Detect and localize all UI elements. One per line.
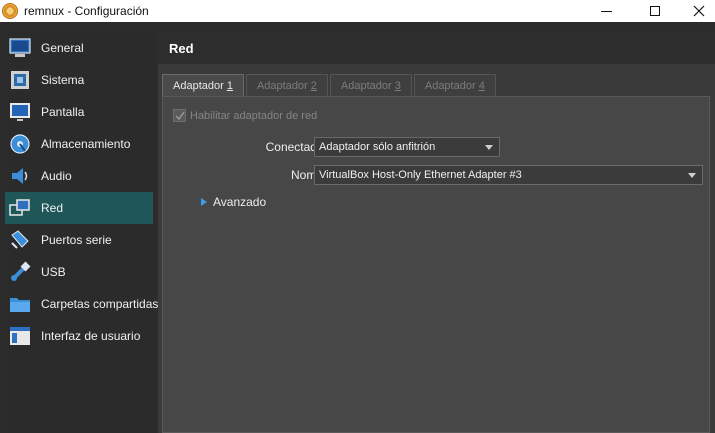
sidebar-item-label: USB (41, 265, 66, 279)
attached-to-dropdown[interactable]: Adaptador sólo anfitrión (314, 137, 500, 157)
sidebar-item-general[interactable]: General (5, 32, 153, 64)
adapter-tabs: Adaptador 1 Adaptador 2 Adaptador 3 Adap… (162, 74, 498, 96)
expand-triangle-icon (201, 198, 207, 206)
settings-window: General Sistema Pantalla Almacenamiento … (0, 22, 715, 433)
sidebar-item-shared-folders[interactable]: Carpetas compartidas (5, 288, 158, 320)
audio-icon (9, 165, 31, 187)
user-interface-icon (9, 325, 31, 347)
sidebar-item-label: General (41, 41, 84, 55)
tab-adapter-3[interactable]: Adaptador 3 (329, 74, 412, 96)
sidebar-item-system[interactable]: Sistema (5, 64, 153, 96)
sidebar-item-label: Interfaz de usuario (41, 329, 141, 343)
tab-number: 2 (310, 79, 317, 92)
sidebar-item-label: Sistema (41, 73, 85, 87)
advanced-toggle[interactable]: Avanzado (201, 195, 266, 209)
sidebar-item-label: Pantalla (41, 105, 85, 119)
tab-number: 3 (394, 79, 401, 92)
maximize-icon (650, 6, 660, 16)
sidebar-item-label: Puertos serie (41, 233, 112, 247)
advanced-label: Avanzado (213, 195, 267, 209)
chevron-down-icon (688, 173, 696, 178)
adapter-name-value: VirtualBox Host-Only Ethernet Adapter #3 (319, 169, 522, 181)
tab-adapter-1[interactable]: Adaptador 1 (162, 74, 244, 96)
tab-label: Adaptador (256, 79, 308, 92)
sidebar-item-label: Red (41, 201, 64, 215)
tab-label: Adaptador (173, 79, 224, 92)
sidebar-item-network[interactable]: Red (5, 192, 153, 224)
usb-icon (9, 261, 31, 283)
sidebar-item-serial-ports[interactable]: Puertos serie (5, 224, 153, 256)
tab-adapter-2[interactable]: Adaptador 2 (245, 74, 328, 96)
enable-adapter-checkbox[interactable] (173, 109, 186, 122)
close-icon (693, 5, 705, 17)
system-icon (9, 69, 31, 91)
close-button[interactable] (676, 0, 715, 22)
network-icon (9, 197, 31, 219)
tab-number: 4 (478, 79, 485, 92)
minimize-button[interactable] (583, 0, 629, 22)
enable-adapter-row: Habilitar adaptador de red (173, 109, 317, 122)
settings-main-panel: Red Adaptador 1 Adaptador 2 Adaptador 3 … (158, 32, 715, 433)
adapter-tab-panel: Habilitar adaptador de red Conectado a: … (162, 96, 710, 433)
sidebar-item-usb[interactable]: USB (5, 256, 153, 288)
window-title: remnux - Configuración (24, 4, 149, 18)
settings-sidebar: General Sistema Pantalla Almacenamiento … (5, 32, 158, 433)
sidebar-item-label: Audio (41, 169, 72, 183)
enable-adapter-label: Habilitar adaptador de red (190, 109, 318, 122)
maximize-button[interactable] (632, 0, 678, 22)
display-icon (9, 101, 31, 123)
checkmark-icon (174, 111, 185, 120)
tab-label: Adaptador (424, 79, 476, 92)
shared-folder-icon (9, 293, 31, 315)
sidebar-item-audio[interactable]: Audio (5, 160, 153, 192)
general-icon (9, 37, 31, 59)
sidebar-item-user-interface[interactable]: Interfaz de usuario (5, 320, 153, 352)
tab-number: 1 (226, 79, 233, 92)
sidebar-item-storage[interactable]: Almacenamiento (5, 128, 153, 160)
sidebar-item-label: Almacenamiento (41, 137, 131, 151)
minimize-icon (600, 10, 612, 12)
adapter-name-dropdown[interactable]: VirtualBox Host-Only Ethernet Adapter #3 (314, 165, 703, 185)
section-title: Red (158, 32, 715, 64)
tab-label: Adaptador (340, 79, 392, 92)
tab-adapter-4[interactable]: Adaptador 4 (413, 74, 496, 96)
sidebar-item-label: Carpetas compartidas (41, 297, 159, 311)
sidebar-item-display[interactable]: Pantalla (5, 96, 153, 128)
storage-icon (9, 133, 31, 155)
attached-to-value: Adaptador sólo anfitrión (319, 141, 436, 153)
chevron-down-icon (485, 145, 493, 150)
title-bar: remnux - Configuración (0, 0, 715, 22)
virtualbox-app-icon (2, 3, 18, 19)
serial-port-icon (9, 229, 31, 251)
